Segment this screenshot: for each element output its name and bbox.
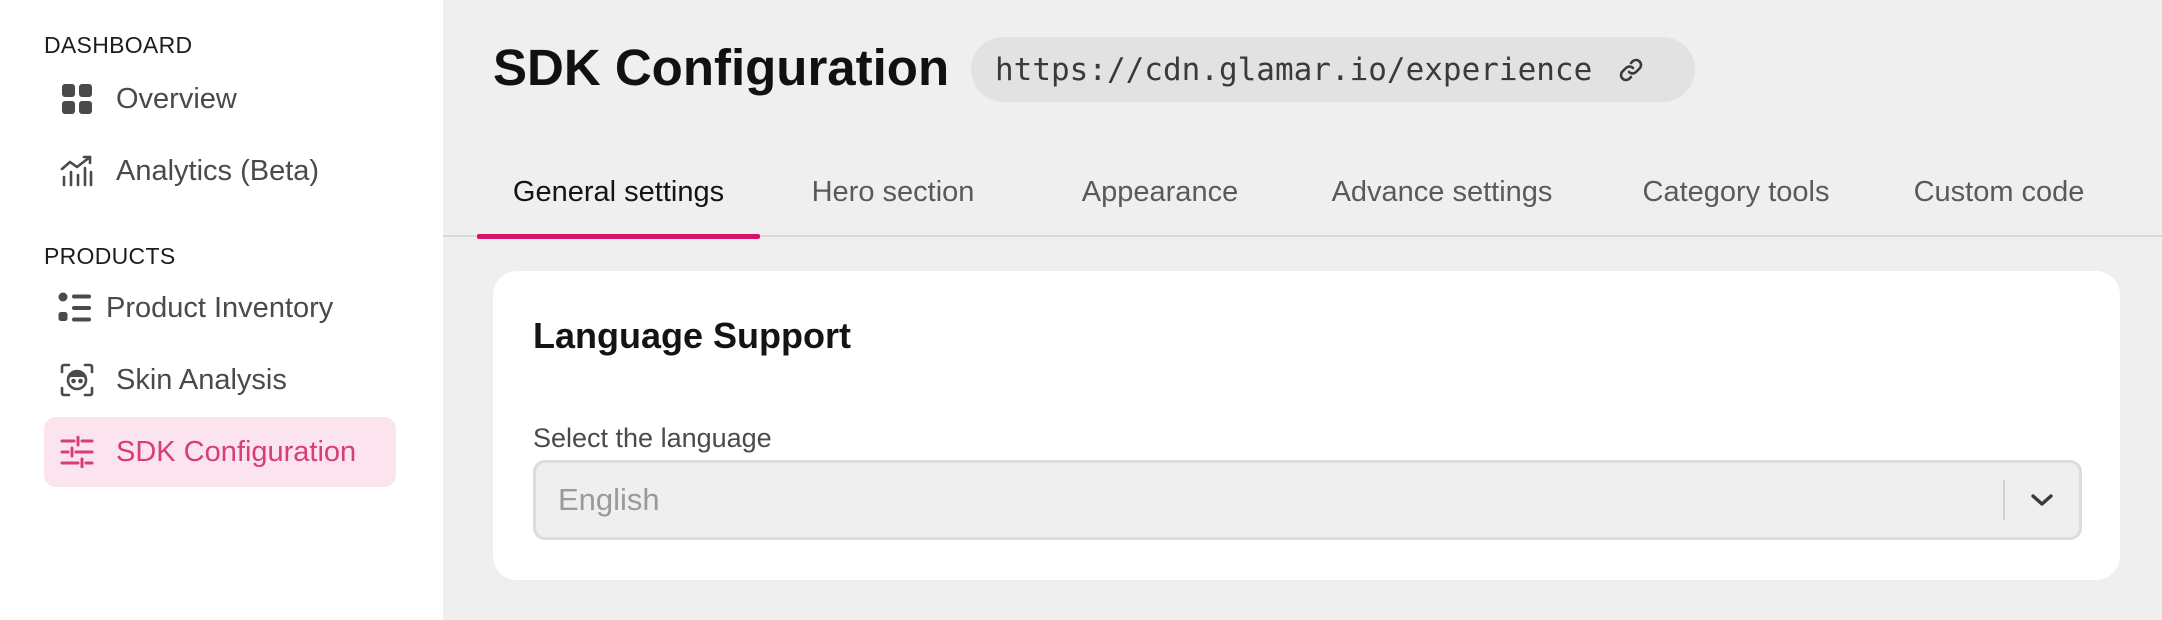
sidebar-item-label: Skin Analysis [116,363,287,396]
sidebar-item-sdk-configuration[interactable]: SDK Configuration [44,417,396,487]
sidebar-item-label: SDK Configuration [116,435,357,468]
analytics-icon [60,154,94,188]
tab-hero-section[interactable]: Hero section [803,148,983,237]
language-field-label: Select the language [533,423,772,453]
section-header-dashboard: DASHBOARD [44,32,193,58]
sidebar-item-label: Overview [116,82,237,115]
tab-advance-settings[interactable]: Advance settings [1320,148,1564,237]
list-icon [58,291,92,325]
tab-category-tools[interactable]: Category tools [1633,148,1839,237]
settings-tabs: General settings Hero section Appearance… [443,148,2162,239]
tab-general-settings[interactable]: General settings [477,148,760,239]
sidebar-item-label: Product Inventory [106,291,334,324]
page-title: SDK Configuration [493,39,950,96]
chevron-down-icon[interactable] [2005,492,2079,508]
tab-custom-code[interactable]: Custom code [1906,148,2092,237]
face-scan-icon [60,363,94,397]
sidebar-item-product-inventory[interactable]: Product Inventory [44,273,396,343]
sidebar: DASHBOARD Overview Analytics (Beta) PROD… [0,0,443,620]
grid-icon [60,82,94,116]
section-header-products: PRODUCTS [44,243,176,269]
link-icon[interactable] [1618,57,1644,83]
sidebar-item-skin-analysis[interactable]: Skin Analysis [44,345,396,415]
sdk-url-pill[interactable]: https://cdn.glamar.io/experience [971,37,1695,102]
sdk-url-text: https://cdn.glamar.io/experience [995,51,1593,88]
sliders-icon [60,435,94,469]
language-select[interactable]: English [533,460,2082,540]
tab-appearance[interactable]: Appearance [1067,148,1253,237]
card-title: Language Support [533,315,851,356]
language-support-card: Language Support Select the language Eng… [493,271,2120,580]
sidebar-item-overview[interactable]: Overview [44,64,396,134]
main-content: SDK Configuration https://cdn.glamar.io/… [443,0,2162,620]
sidebar-item-label: Analytics (Beta) [116,154,320,187]
sidebar-item-analytics[interactable]: Analytics (Beta) [44,136,396,206]
language-select-value: English [558,482,660,517]
